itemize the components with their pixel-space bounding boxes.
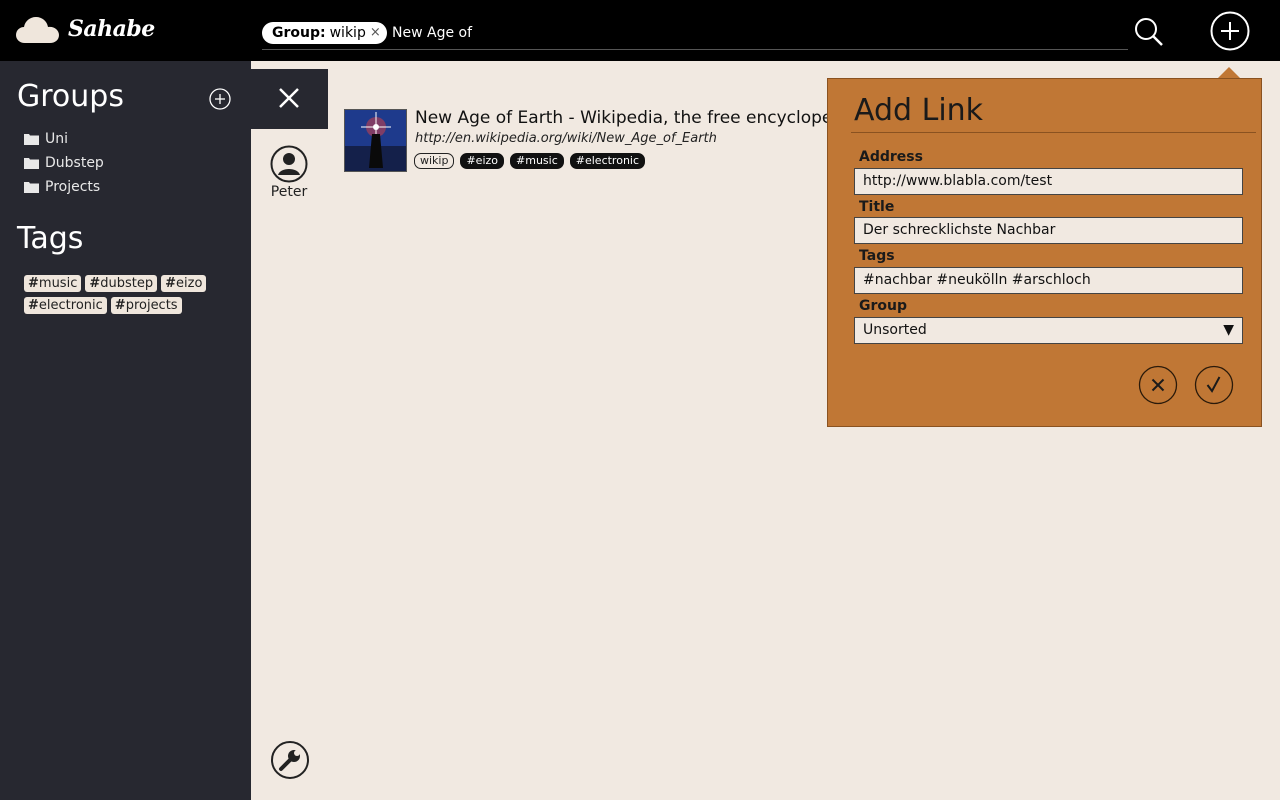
group-filter-prefix: Group: [272,25,326,41]
group-filter-value: wikip [329,25,366,41]
link-tag[interactable]: #eizo [460,153,505,169]
tags-heading: Tags [17,221,84,256]
link-thumbnail[interactable] [344,109,407,172]
group-select-value: Unsorted [863,322,927,338]
link-url[interactable]: http://en.wikipedia.org/wiki/New_Age_of_… [415,131,717,146]
link-tags: wikip #eizo #music #electronic [414,153,646,169]
divider [851,132,1256,133]
search-icon [1135,18,1163,46]
tag-cloud: #music #dubstep #eizo #electronic #proje… [24,275,224,314]
group-label: Projects [45,179,101,195]
link-tag[interactable]: #music [510,153,564,169]
title-field[interactable]: Der schrecklichste Nachbar [854,217,1243,244]
link-title[interactable]: New Age of Earth - Wikipedia, the free e… [415,108,829,128]
groups-heading: Groups [17,79,124,114]
add-link-dialog: Add Link Address http://www.blabla.com/t… [827,78,1262,427]
group-label: Group [859,298,908,314]
sidebar-group-uni[interactable]: Uni [24,127,104,151]
group-label: Uni [45,131,69,147]
tag-label: projects [125,298,178,313]
add-link-button[interactable] [1210,11,1250,51]
folder-icon [24,134,39,145]
confirm-button[interactable] [1194,365,1234,405]
tag-label: eizo [176,276,203,291]
app-name: Sahabe [68,16,155,42]
address-label: Address [859,149,923,165]
settings-button[interactable] [270,740,310,780]
dropdown-arrow-icon: ▼ [1223,322,1234,338]
user-avatar[interactable] [270,145,308,183]
sidebar-group-projects[interactable]: Projects [24,175,104,199]
group-list: Uni Dubstep Projects [24,127,104,199]
sidebar-tag-dubstep[interactable]: #dubstep [85,275,158,292]
folder-icon [24,182,39,193]
search-button[interactable] [1134,17,1164,47]
cloud-icon [16,17,59,43]
tags-field[interactable]: #nachbar #neukölln #arschloch [854,267,1243,294]
app-logo[interactable]: Sahabe [16,14,155,44]
group-select[interactable]: Unsorted ▼ [854,317,1243,344]
sidebar-tag-eizo[interactable]: #eizo [161,275,207,292]
user-icon [270,145,308,183]
cancel-button[interactable] [1138,365,1178,405]
user-name[interactable]: Peter [262,184,316,200]
search-input[interactable]: New Age of [392,22,472,44]
lighthouse-image [345,110,406,171]
plus-circle-icon [1210,11,1250,51]
plus-circle-icon [209,88,231,110]
tag-label: music [38,276,78,291]
sidebar-tag-electronic[interactable]: #electronic [24,297,107,314]
tags-label: Tags [859,248,895,264]
title-label: Title [859,199,895,215]
link-tag-group[interactable]: wikip [414,153,455,169]
close-sidebar-button[interactable] [251,69,328,129]
add-group-button[interactable] [209,88,231,110]
check-circle-icon [1194,365,1234,405]
address-field[interactable]: http://www.blabla.com/test [854,168,1243,195]
link-tag[interactable]: #electronic [569,153,646,169]
search-bar[interactable]: Group: wikip × New Age of [262,20,1128,50]
dialog-title: Add Link [854,93,984,128]
close-icon [279,88,299,108]
sidebar-tag-projects[interactable]: #projects [110,297,182,314]
close-circle-icon [1138,365,1178,405]
tag-label: dubstep [100,276,154,291]
sidebar: Groups Uni Dubstep Projects Tags #music … [0,61,251,800]
wrench-icon [271,741,309,779]
folder-icon [24,158,39,169]
remove-filter-icon[interactable]: × [370,22,381,44]
top-bar: Sahabe Group: wikip × New Age of [0,0,1280,61]
group-filter-chip[interactable]: Group: wikip × [262,22,387,44]
group-label: Dubstep [45,155,104,171]
tag-label: electronic [38,298,103,313]
sidebar-tag-music[interactable]: #music [24,275,82,292]
sidebar-group-dubstep[interactable]: Dubstep [24,151,104,175]
